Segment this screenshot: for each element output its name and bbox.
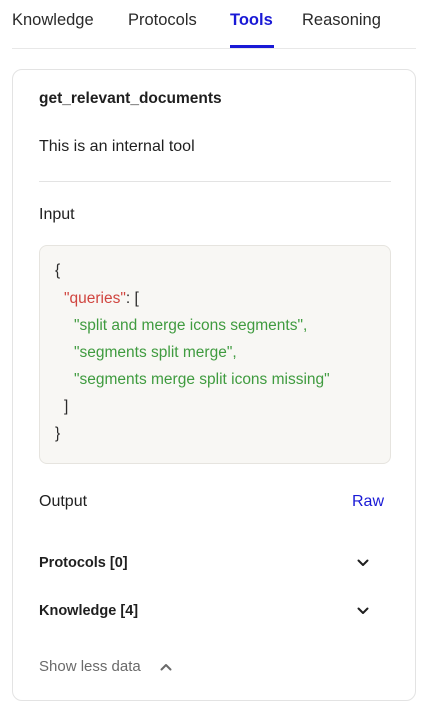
input-label: Input <box>39 206 75 223</box>
chevron-up-icon <box>160 664 172 671</box>
tool-card: get_relevant_documents This is an intern… <box>12 69 416 701</box>
code-key: "queries" <box>64 290 126 307</box>
code-query-item: "segments merge split icons missing" <box>74 371 330 388</box>
code-close-bracket: ] <box>64 398 69 415</box>
code-query-item: "split and merge icons segments", <box>74 317 308 334</box>
raw-button[interactable]: Raw <box>352 493 384 511</box>
tool-description: This is an internal tool <box>39 138 195 155</box>
code-key-line: "queries": [ <box>64 290 139 308</box>
code-key-suffix: : [ <box>125 290 139 307</box>
knowledge-section-toggle[interactable]: Knowledge [4] <box>39 601 369 625</box>
protocols-section-label: Protocols [0] <box>39 555 128 571</box>
tool-name: get_relevant_documents <box>39 90 222 107</box>
code-query-item: "segments split merge", <box>74 344 237 361</box>
show-less-label: Show less data <box>39 658 141 675</box>
chevron-down-icon <box>357 559 369 566</box>
output-label: Output <box>39 493 88 510</box>
code-open-brace: { <box>55 262 61 279</box>
tab-bar: Knowledge Protocols Tools Reasoning <box>12 0 416 49</box>
code-close-brace: } <box>55 425 61 442</box>
tab-protocols[interactable]: Protocols <box>128 11 197 30</box>
chevron-down-icon <box>357 607 369 614</box>
tab-knowledge[interactable]: Knowledge <box>12 11 94 30</box>
tab-tools[interactable]: Tools <box>230 11 273 30</box>
divider <box>39 181 391 182</box>
active-tab-indicator <box>230 45 274 48</box>
show-less-button[interactable]: Show less data <box>39 658 172 680</box>
input-code-block: { "queries": [ "split and merge icons se… <box>39 245 391 464</box>
tab-reasoning[interactable]: Reasoning <box>302 11 381 30</box>
knowledge-section-label: Knowledge [4] <box>39 603 139 619</box>
protocols-section-toggle[interactable]: Protocols [0] <box>39 553 369 577</box>
